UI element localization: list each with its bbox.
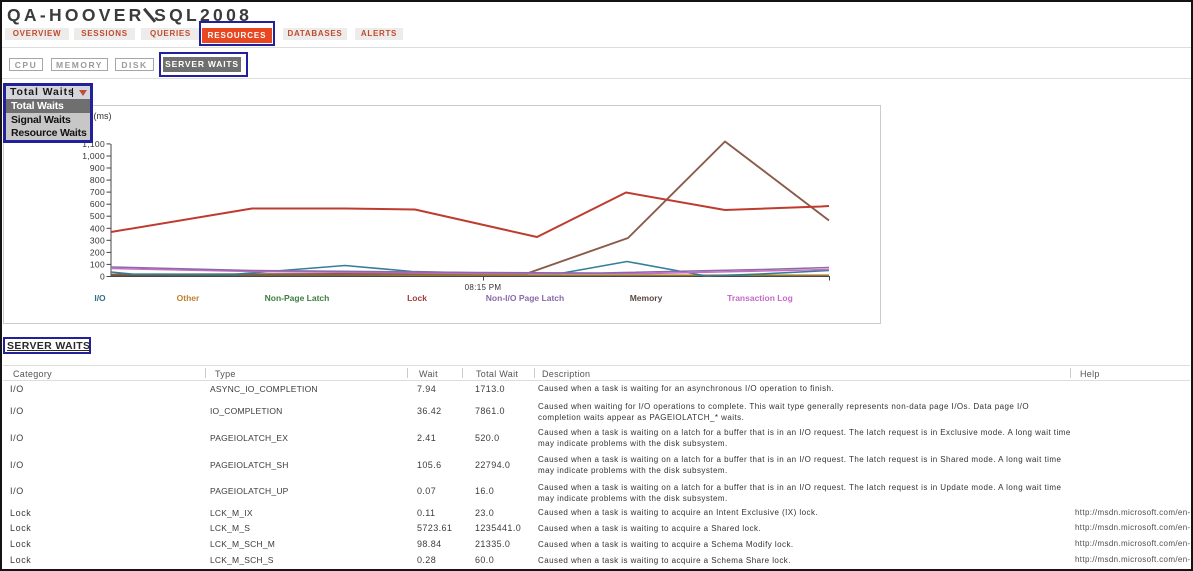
svg-text:08:15 PM: 08:15 PM bbox=[465, 283, 502, 292]
svg-text:1,000: 1,000 bbox=[82, 151, 105, 161]
svg-text:400: 400 bbox=[90, 223, 105, 233]
svg-text:600: 600 bbox=[90, 199, 105, 209]
svg-text:Transaction Log: Transaction Log bbox=[727, 293, 793, 303]
svg-text:I/O: I/O bbox=[94, 293, 106, 303]
svg-text:(ms): (ms) bbox=[94, 111, 112, 121]
svg-text:Non-Page Latch: Non-Page Latch bbox=[265, 293, 330, 303]
svg-text:500: 500 bbox=[90, 211, 105, 221]
svg-text:300: 300 bbox=[90, 235, 105, 245]
svg-text:900: 900 bbox=[90, 163, 105, 173]
svg-text:Non-I/O Page Latch: Non-I/O Page Latch bbox=[486, 293, 564, 303]
svg-text:200: 200 bbox=[90, 247, 105, 257]
svg-text:800: 800 bbox=[90, 175, 105, 185]
svg-text:Other: Other bbox=[177, 293, 200, 303]
svg-text:0: 0 bbox=[100, 272, 105, 282]
svg-text:700: 700 bbox=[90, 187, 105, 197]
svg-text:Memory: Memory bbox=[630, 293, 663, 303]
svg-text:100: 100 bbox=[90, 259, 105, 269]
svg-text:Lock: Lock bbox=[407, 293, 427, 303]
